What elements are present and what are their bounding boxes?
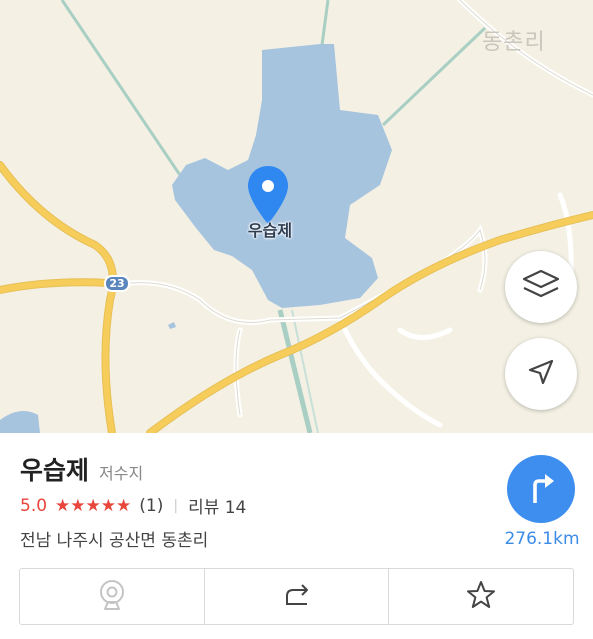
directions-button[interactable]: [507, 455, 575, 523]
save-favorite-button[interactable]: [389, 569, 573, 624]
place-name[interactable]: 우습제: [20, 451, 89, 487]
map-view[interactable]: 동촌리 23 우습제: [0, 0, 593, 433]
star-outline-icon: [465, 579, 497, 615]
action-bar: [19, 568, 574, 625]
my-location-button[interactable]: [505, 338, 577, 410]
streetview-button[interactable]: [20, 569, 205, 624]
place-category: 저수지: [99, 464, 144, 483]
route-shield: 23: [104, 275, 130, 292]
layers-button[interactable]: [505, 251, 577, 323]
star-rating-icon: ★★★★★: [55, 495, 132, 516]
streetview-camera-icon: [98, 579, 126, 615]
rating-count: (1): [139, 495, 164, 516]
navigation-arrow-icon: [526, 357, 556, 391]
share-icon: [282, 582, 312, 612]
rating-value: 5.0: [20, 495, 48, 516]
place-info-sheet: 우습제 저수지 5.0 ★★★★★ (1) | 리뷰 14 전남 나주시 공산면…: [0, 433, 593, 639]
distance-label: 276.1km: [504, 529, 580, 549]
place-address: 전남 나주시 공산면 동촌리: [20, 531, 209, 551]
poi-label[interactable]: 우습제: [230, 217, 310, 241]
directions-arrow-icon: [523, 469, 559, 509]
village-label: 동촌리: [482, 30, 546, 55]
place-title-row: 우습제 저수지: [20, 451, 143, 487]
layers-icon: [521, 268, 561, 306]
share-button[interactable]: [205, 569, 390, 624]
divider: |: [173, 497, 179, 514]
review-count[interactable]: 리뷰 14: [188, 493, 246, 518]
rating-row[interactable]: 5.0 ★★★★★ (1) | 리뷰 14: [20, 493, 246, 519]
